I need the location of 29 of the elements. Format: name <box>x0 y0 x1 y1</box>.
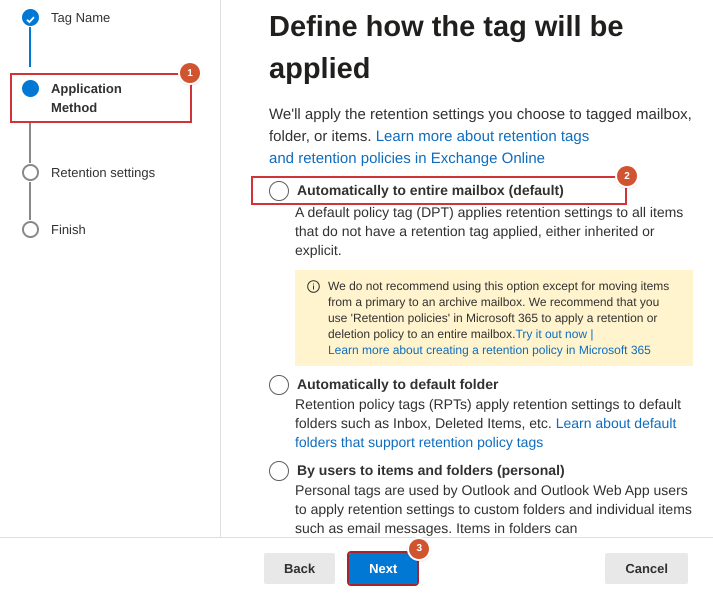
warning-link[interactable]: Try it out now | <box>515 327 594 341</box>
step-label[interactable]: Finish <box>51 220 86 239</box>
option-description: Retention policy tags (RPTs) apply retention settings to default folders such as Inbox, Deleted Items, etc. Learn about default folders that support retention policy tags <box>295 395 682 452</box>
option-description: Personal tags are used by Outlook and Outlook Web App users to apply retention settings to custom folders and individual items such as email messages. Items in folders can <box>295 481 693 537</box>
warning-text: We do not recommend using this option except for moving items from a primary to an archive mailbox. We recommend that you use 'Retention policies' in Microsoft 365 to apply a retention or deletion policy to an entire mailbox.Try it out now | Learn more about creating a retention policy in Microsoft 365 <box>328 278 670 358</box>
wizard-button[interactable]: Back <box>264 552 336 584</box>
radio-button[interactable] <box>269 180 289 200</box>
step-label[interactable]: Retention settings <box>51 163 156 182</box>
help-link[interactable]: Learn about default <box>556 415 676 431</box>
option-label[interactable]: Automatically to default folder <box>297 374 498 395</box>
warning-link[interactable]: Learn more about creating a retention policy in Microsoft 365 <box>328 343 651 357</box>
callout-badge: 2 <box>617 166 637 186</box>
option-label[interactable]: Automatically to entire mailbox (default) <box>297 180 564 201</box>
callout-badge: 3 <box>409 538 430 559</box>
page-title: Define how the tag will be applied <box>269 10 624 87</box>
help-link[interactable]: folders that support retention policy tags <box>295 434 544 450</box>
info-icon <box>307 280 320 293</box>
option-label[interactable]: By users to items and folders (personal) <box>297 460 565 481</box>
option-description: A default policy tag (DPT) applies retention settings to all items that do not have a retention tag applied, either inherited or explicit. <box>295 203 684 260</box>
learn-more-link[interactable]: and retention policies in Exchange Online <box>269 150 546 167</box>
callout-badge: 1 <box>180 63 200 83</box>
intro-text: We'll apply the retention settings you choose to tagged mailbox, folder, or items. Learn more about retention tags and retention policies in Exchange Online <box>269 105 693 169</box>
step-label[interactable]: Tag Name <box>51 8 110 27</box>
next-button[interactable]: Next <box>349 552 418 584</box>
radio-button[interactable] <box>269 374 289 394</box>
learn-more-link[interactable]: Learn more about retention tags <box>376 128 590 145</box>
step-label[interactable]: Application Method <box>51 79 131 117</box>
radio-button[interactable] <box>269 460 289 480</box>
wizard-button[interactable]: Cancel <box>605 552 688 584</box>
